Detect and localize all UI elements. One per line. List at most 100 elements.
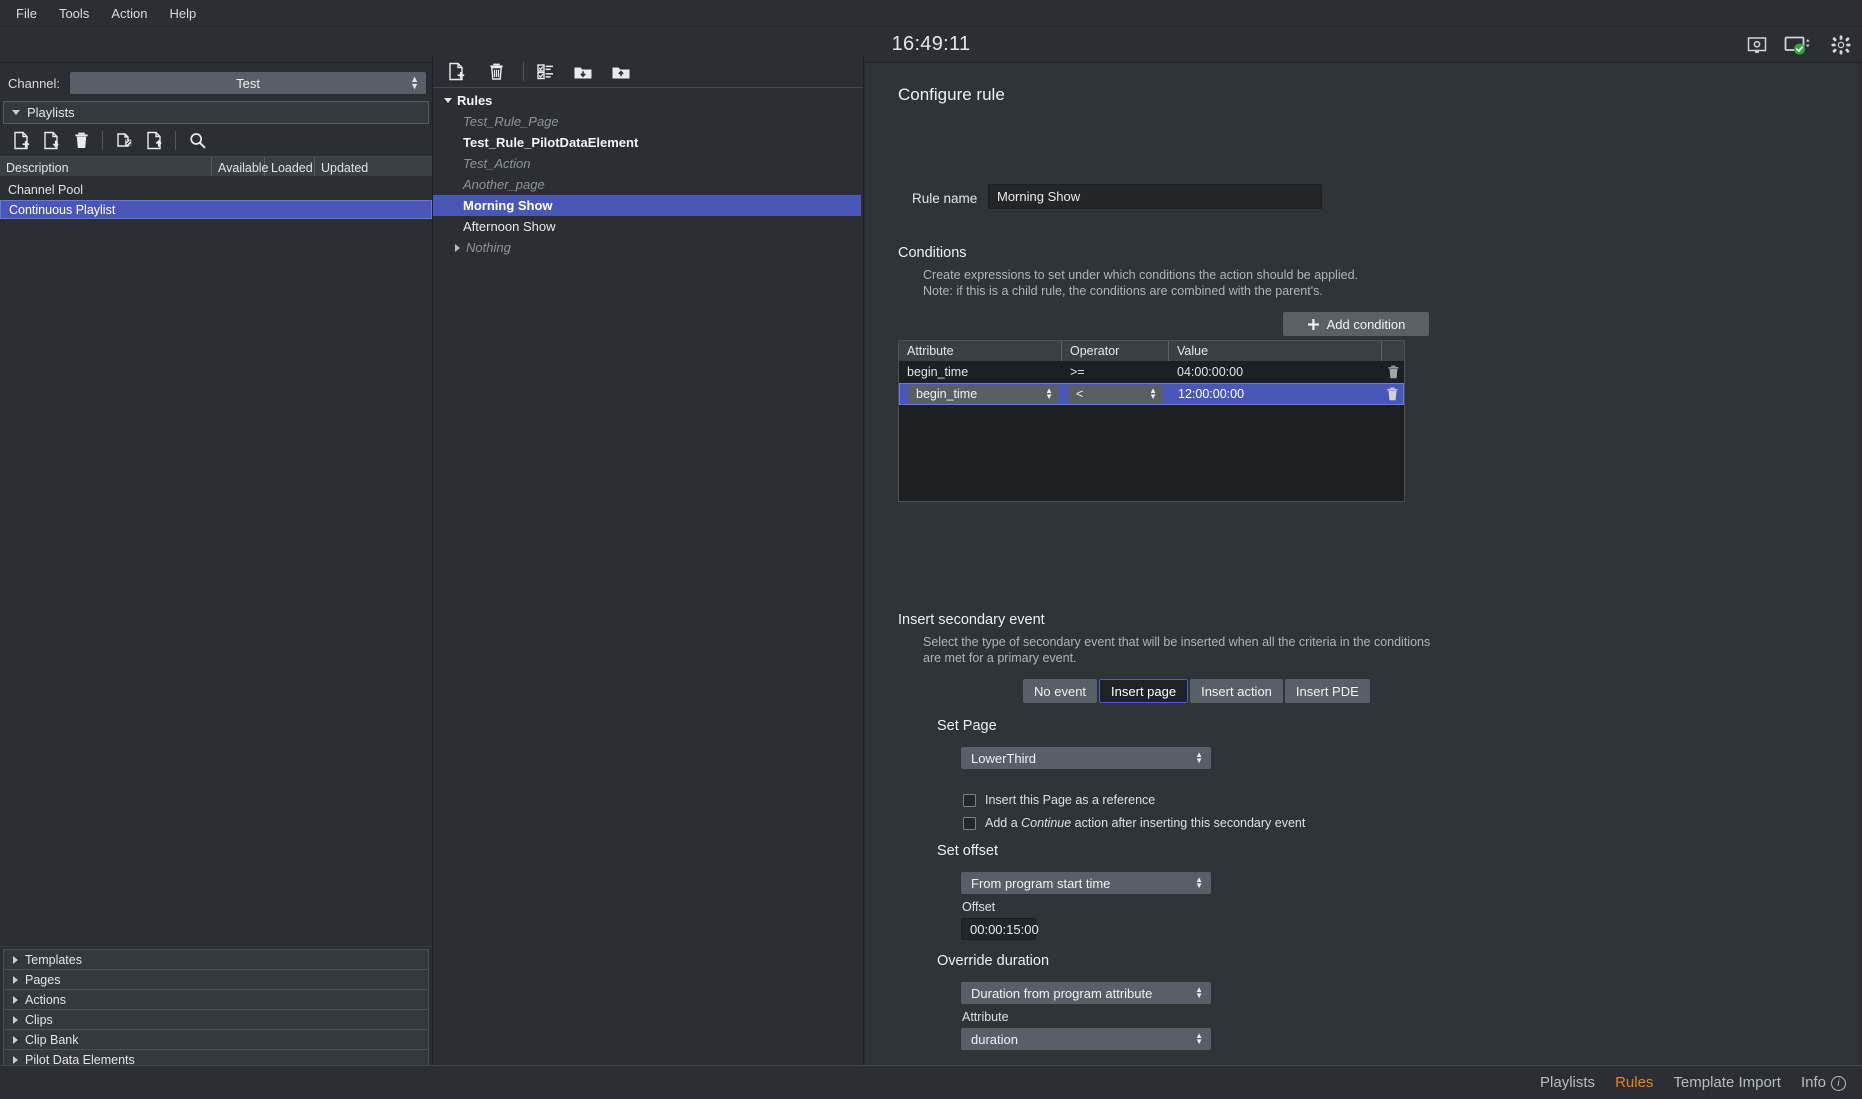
tree-root-rules[interactable]: Rules (433, 90, 863, 111)
accordion-actions[interactable]: Actions (3, 989, 429, 1009)
insert-page-reference-row[interactable]: Insert this Page as a reference (963, 793, 1155, 807)
new-playlist-icon[interactable] (6, 126, 36, 154)
channel-dropdown[interactable]: Test ▲▼ (70, 72, 426, 94)
search-icon[interactable] (182, 126, 212, 154)
list-item[interactable]: Continuous Playlist (0, 200, 432, 219)
column-value[interactable]: Value (1169, 341, 1382, 361)
column-available[interactable]: Available (212, 157, 265, 176)
duration-attribute-value: duration (971, 1032, 1018, 1047)
tree-item-morning-show[interactable]: Morning Show (433, 195, 861, 216)
statusbar-tab-playlists[interactable]: Playlists (1540, 1074, 1595, 1091)
chevron-right-icon[interactable] (448, 244, 466, 252)
rules-toolbar (433, 55, 863, 88)
duplicate-playlist-icon[interactable] (109, 126, 139, 154)
playlists-section-header[interactable]: Playlists (3, 101, 429, 124)
tree-item-another-page[interactable]: Another_page (433, 174, 863, 195)
menu-action[interactable]: Action (100, 3, 158, 24)
tree-root-label: Rules (457, 93, 492, 108)
export-folder-icon[interactable] (606, 57, 636, 85)
tab-insert-pde[interactable]: Insert PDE (1285, 679, 1370, 703)
add-continue-action-checkbox[interactable] (963, 817, 976, 830)
condition-operator-dropdown[interactable]: < ▲▼ (1068, 385, 1163, 403)
chevron-right-icon (13, 1056, 18, 1064)
tab-insert-page[interactable]: Insert page (1099, 679, 1188, 703)
import-folder-icon[interactable] (568, 57, 598, 85)
playlists-panel: Channel: Test ▲▼ Playlists (0, 63, 432, 1099)
insert-page-reference-checkbox[interactable] (963, 794, 976, 807)
offset-value: 00:00:15:00 (970, 922, 1039, 937)
playlists-toolbar (0, 124, 432, 157)
rule-name-input[interactable]: Morning Show (988, 184, 1322, 209)
add-condition-button[interactable]: Add condition (1283, 312, 1429, 336)
chevron-right-icon (13, 976, 18, 984)
delete-playlist-icon[interactable] (66, 126, 96, 154)
rules-tree: Rules Test_Rule_Page Test_Rule_PilotData… (433, 88, 863, 258)
delete-condition-icon[interactable] (1381, 387, 1403, 401)
conditions-description-2: Note: if this is a child rule, the condi… (923, 283, 1323, 299)
list-item[interactable]: Channel Pool (0, 181, 432, 198)
info-icon[interactable]: i (1831, 1076, 1846, 1091)
accordion-label: Clips (25, 1013, 53, 1027)
override-duration-dropdown[interactable]: Duration from program attribute ▲▼ (961, 982, 1211, 1004)
chevron-down-icon[interactable] (439, 98, 457, 103)
chevron-updown-icon: ▲▼ (1149, 388, 1157, 400)
chevron-updown-icon: ▲▼ (1195, 752, 1203, 764)
tab-no-event[interactable]: No event (1023, 679, 1097, 703)
accordion-clip-bank[interactable]: Clip Bank (3, 1029, 429, 1049)
column-attribute[interactable]: Attribute (899, 341, 1062, 361)
delete-condition-icon[interactable] (1382, 365, 1404, 379)
column-description[interactable]: Description (0, 157, 212, 176)
continue-label-em: Continue (1021, 816, 1071, 830)
set-page-dropdown[interactable]: LowerThird ▲▼ (961, 747, 1211, 769)
rule-name-value: Morning Show (997, 189, 1080, 204)
accordion-pages[interactable]: Pages (3, 969, 429, 989)
table-row[interactable]: begin_time ▲▼ < ▲▼ 12:00:00:00 (899, 383, 1404, 405)
condition-value[interactable]: 12:00:00:00 (1170, 384, 1381, 404)
tree-item-label: Test_Rule_PilotDataElement (463, 135, 638, 150)
duration-attribute-label: Attribute (962, 1010, 1009, 1024)
conditions-table-header: Attribute Operator Value (899, 341, 1404, 361)
rules-tree-panel: Rules Test_Rule_Page Test_Rule_PilotData… (432, 55, 864, 1065)
output-status-icon[interactable] (1784, 34, 1814, 56)
new-rule-icon[interactable] (441, 57, 471, 85)
column-loaded[interactable]: Loaded (265, 157, 315, 176)
tree-item-test-action[interactable]: Test_Action (433, 153, 863, 174)
add-continue-action-label: Add a Continue action after inserting th… (985, 816, 1305, 830)
tree-item-test-rule-pilotdataelement[interactable]: Test_Rule_PilotDataElement (433, 132, 863, 153)
tree-item-nothing[interactable]: Nothing (433, 237, 863, 258)
add-condition-label: Add condition (1327, 317, 1406, 332)
tab-insert-action[interactable]: Insert action (1190, 679, 1283, 703)
gear-icon[interactable] (1830, 34, 1852, 56)
condition-attribute-dropdown[interactable]: begin_time ▲▼ (908, 385, 1059, 403)
column-updated[interactable]: Updated (315, 157, 428, 176)
override-duration-title: Override duration (937, 953, 1049, 969)
import-playlist-icon[interactable] (36, 126, 66, 154)
accordion-templates[interactable]: Templates (3, 949, 429, 969)
continue-label-pre: Add a (985, 816, 1021, 830)
playlists-table-header: Description Available Loaded Updated (0, 157, 432, 177)
accordion-label: Clip Bank (25, 1033, 79, 1047)
column-operator[interactable]: Operator (1062, 341, 1169, 361)
monitor-settings-icon[interactable] (1746, 34, 1768, 56)
offset-label: Offset (962, 900, 995, 914)
offset-input[interactable]: 00:00:15:00 (961, 918, 1036, 940)
delete-rule-icon[interactable] (481, 57, 511, 85)
accordion-clips[interactable]: Clips (3, 1009, 429, 1029)
menu-help[interactable]: Help (158, 3, 207, 24)
table-row[interactable]: begin_time >= 04:00:00:00 (899, 361, 1404, 383)
checklist-icon[interactable] (530, 57, 560, 85)
statusbar-tab-rules[interactable]: Rules (1615, 1074, 1653, 1091)
playlists-table-body: Channel Pool Continuous Playlist (0, 181, 432, 219)
override-duration-value: Duration from program attribute (971, 986, 1152, 1001)
tree-item-test-rule-page[interactable]: Test_Rule_Page (433, 111, 863, 132)
statusbar-tab-template-import[interactable]: Template Import (1673, 1074, 1781, 1091)
duration-attribute-dropdown[interactable]: duration ▲▼ (961, 1028, 1211, 1050)
tree-item-afternoon-show[interactable]: Afternoon Show (433, 216, 863, 237)
export-playlist-icon[interactable] (139, 126, 169, 154)
secondary-event-title: Insert secondary event (898, 612, 1045, 628)
statusbar-tab-info[interactable]: Infoi (1801, 1074, 1846, 1091)
set-offset-dropdown[interactable]: From program start time ▲▼ (961, 872, 1211, 894)
menu-tools[interactable]: Tools (48, 3, 100, 24)
menu-file[interactable]: File (5, 3, 48, 24)
add-continue-action-row[interactable]: Add a Continue action after inserting th… (963, 816, 1305, 830)
